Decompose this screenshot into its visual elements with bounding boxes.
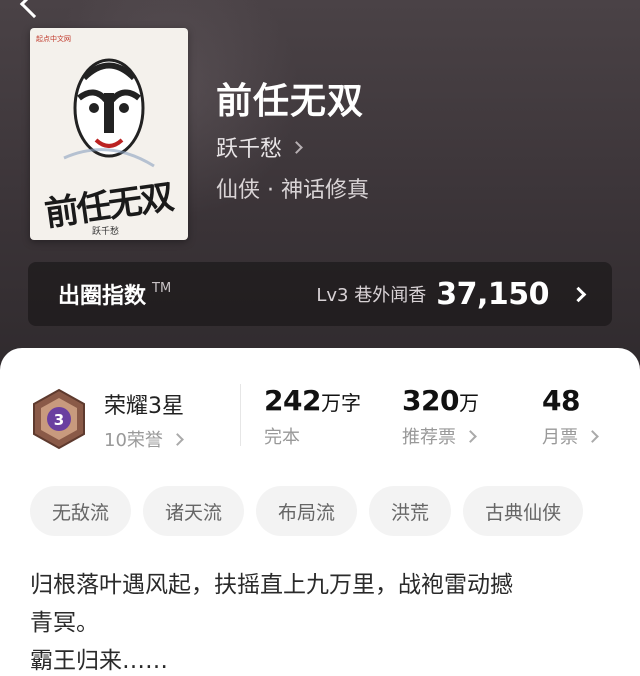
synopsis-line: 霸王归来…… bbox=[30, 648, 168, 674]
chevron-right-icon bbox=[171, 432, 184, 446]
author-name: 跃千愁 bbox=[216, 137, 283, 162]
book-title: 前任无双 bbox=[216, 81, 365, 122]
stat-recommend-tickets[interactable]: 320万 推荐票 bbox=[402, 384, 479, 449]
influence-level: Lv3 巷外闻香 bbox=[316, 285, 427, 306]
chevron-right-icon bbox=[586, 429, 599, 443]
influence-score-group: Lv3 巷外闻香 37,150 bbox=[316, 276, 587, 312]
honor-count: 10荣誉 bbox=[104, 430, 163, 451]
honor-count-link[interactable]: 10荣誉 bbox=[104, 426, 184, 452]
stat-value: 320 bbox=[402, 384, 459, 417]
synopsis-line: 青冥。 bbox=[30, 610, 99, 636]
honor-title: 荣耀3星 bbox=[104, 394, 184, 419]
chevron-right-icon bbox=[464, 429, 477, 443]
stat-label: 推荐票 bbox=[402, 427, 456, 448]
book-genre: 仙侠 · 神话修真 bbox=[216, 178, 369, 203]
trademark-mark: TM bbox=[152, 280, 172, 296]
stat-monthly-tickets[interactable]: 48 月票 bbox=[542, 384, 599, 449]
tag-chip[interactable]: 布局流 bbox=[256, 486, 358, 536]
author-link[interactable]: 跃千愁 bbox=[216, 131, 303, 163]
influence-label: 出圈指数 bbox=[58, 284, 147, 309]
stats-divider bbox=[240, 384, 241, 446]
stat-value: 48 bbox=[542, 384, 580, 417]
stat-word-count: 242万字 完本 bbox=[264, 384, 361, 449]
stat-unit: 万 bbox=[458, 391, 479, 415]
influence-index-bar[interactable]: 出圈指数 TM Lv3 巷外闻香 37,150 bbox=[28, 262, 612, 326]
stat-label: 完本 bbox=[264, 427, 300, 448]
tag-chip[interactable]: 古典仙侠 bbox=[463, 486, 584, 536]
tag-chip[interactable]: 洪荒 bbox=[369, 486, 452, 536]
publisher-badge: 起点中文网 bbox=[36, 35, 71, 43]
stat-value: 242 bbox=[264, 384, 321, 417]
cover-author: 跃千愁 bbox=[92, 227, 120, 237]
book-cover[interactable]: 起点中文网 前任无双 跃千愁 bbox=[30, 28, 188, 240]
synopsis-line: 归根落叶遇风起，扶摇直上九万里，战袍雷动撼 bbox=[30, 572, 513, 598]
tag-list: 无敌流 诸天流 布局流 洪荒 古典仙侠 bbox=[30, 486, 584, 536]
tag-chip[interactable]: 诸天流 bbox=[143, 486, 245, 536]
stat-unit: 万字 bbox=[320, 391, 361, 415]
chevron-right-icon bbox=[290, 140, 303, 154]
opera-mask-illustration bbox=[63, 58, 155, 168]
tag-chip[interactable]: 无敌流 bbox=[30, 486, 132, 536]
influence-score: 37,150 bbox=[436, 276, 549, 312]
chevron-right-icon bbox=[570, 286, 587, 302]
honor-badge-level: 3 bbox=[54, 411, 64, 429]
book-synopsis[interactable]: 归根落叶遇风起，扶摇直上九万里，战袍雷动撼 青冥。 霸王归来…… bbox=[30, 566, 616, 676]
stat-label: 月票 bbox=[542, 427, 578, 448]
honor-badge-icon[interactable]: 3 bbox=[30, 388, 88, 450]
